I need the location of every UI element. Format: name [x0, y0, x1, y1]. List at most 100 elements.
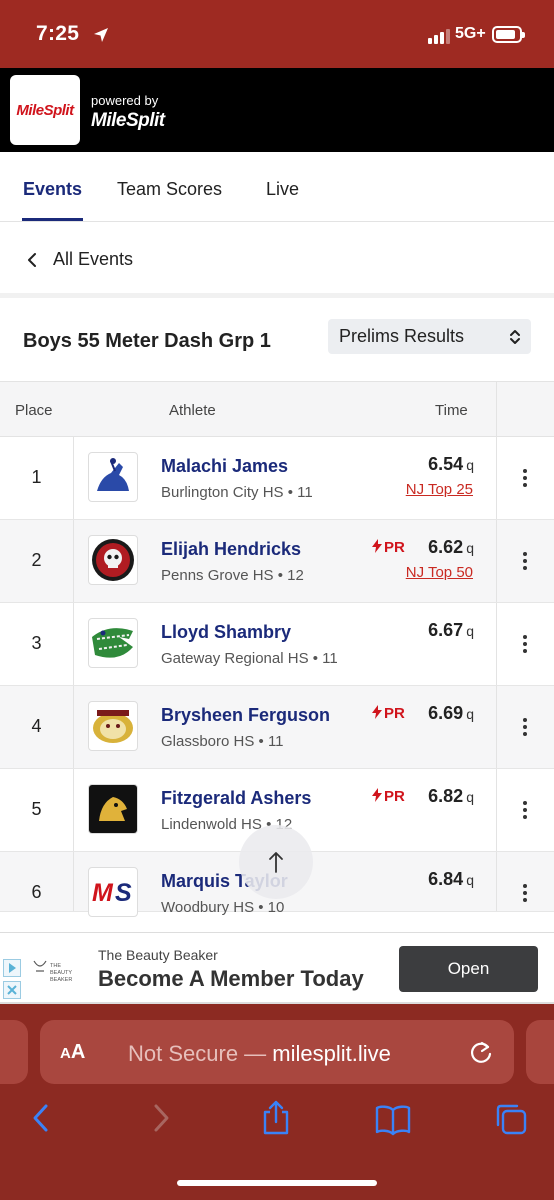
qualifier-badge: q — [466, 872, 474, 888]
ad-banner[interactable]: THE BEAUTY BEAKER The Beauty Beaker Beco… — [0, 932, 554, 1004]
pr-badge: PR — [372, 539, 405, 556]
cellular-signal-icon — [428, 29, 450, 44]
tabs-icon[interactable] — [494, 1102, 528, 1136]
url-domain: milesplit.live — [272, 1041, 391, 1066]
arrow-up-icon — [269, 852, 283, 873]
more-vertical-icon — [523, 884, 527, 902]
team-logo[interactable]: MS — [88, 867, 138, 917]
qualifier-badge: q — [466, 623, 474, 639]
athlete-name-link[interactable]: Elijah Hendricks — [161, 539, 301, 560]
location-arrow-icon — [94, 28, 108, 42]
previous-tab-peek[interactable] — [0, 1020, 28, 1084]
chevron-up-down-icon — [510, 330, 520, 344]
ad-open-button[interactable]: Open — [399, 946, 538, 992]
place-cell: 3 — [31, 633, 42, 653]
powered-by-logo: MileSplit — [91, 110, 165, 131]
ad-choices[interactable] — [0, 959, 22, 1003]
athlete-name-link[interactable]: Brysheen Ferguson — [161, 705, 330, 726]
column-divider — [73, 852, 74, 911]
athlete-name-link[interactable]: Malachi James — [161, 456, 288, 477]
ad-brand-name: The Beauty Beaker — [98, 947, 218, 963]
security-warning: Not Secure — — [128, 1041, 267, 1066]
table-row[interactable]: 4 Brysheen Ferguson Glassboro HS • 11 PR 6.6… — [0, 686, 554, 769]
all-events-label: All Events — [53, 249, 134, 269]
ad-choices-play-icon[interactable] — [3, 959, 21, 977]
state-rank-link[interactable]: NJ Top 25 — [406, 481, 473, 498]
address-bar[interactable]: AA Not Secure — milesplit.live — [40, 1020, 514, 1084]
place-cell: 2 — [31, 550, 42, 570]
more-vertical-icon — [523, 552, 527, 570]
mark-time: 6.62 q — [428, 537, 474, 557]
svg-text:S: S — [115, 879, 132, 907]
row-menu-button[interactable] — [496, 686, 554, 768]
lightning-bolt-icon — [372, 788, 382, 802]
home-indicator — [177, 1180, 377, 1186]
row-menu-button[interactable] — [496, 520, 554, 602]
event-title: Boys 55 Meter Dash Grp 1 — [23, 330, 271, 352]
row-menu-button[interactable] — [496, 769, 554, 851]
mark-time: 6.69 q — [428, 703, 474, 723]
bookmarks-icon[interactable] — [374, 1104, 412, 1136]
more-vertical-icon — [523, 469, 527, 487]
active-tab-indicator — [22, 218, 83, 221]
table-row[interactable]: 1 Malachi James Burlington City HS • 11 6.5… — [0, 437, 554, 520]
more-vertical-icon — [523, 801, 527, 819]
forward-arrow-icon[interactable] — [150, 1102, 172, 1134]
lightning-bolt-icon — [372, 705, 382, 719]
pr-badge: PR — [372, 788, 405, 805]
column-header-time: Time — [435, 402, 468, 419]
share-icon[interactable] — [260, 1100, 292, 1136]
athlete-school: Penns Grove HS • 12 — [161, 567, 304, 584]
mark-time: 6.54 q — [428, 454, 474, 474]
next-tab-peek[interactable] — [526, 1020, 554, 1084]
qualifier-badge: q — [466, 457, 474, 473]
mark-time: 6.67 q — [428, 620, 474, 640]
scroll-to-top-button[interactable] — [239, 825, 313, 899]
athlete-school: Woodbury HS • 10 — [161, 899, 285, 916]
row-menu-button[interactable] — [496, 437, 554, 519]
powered-by-label: powered by — [91, 93, 159, 108]
team-logo[interactable] — [88, 701, 138, 751]
athlete-name-link[interactable]: Fitzgerald Ashers — [161, 788, 311, 809]
more-vertical-icon — [523, 635, 527, 653]
tab-events[interactable]: Events — [23, 179, 82, 200]
column-header-athlete: Athlete — [169, 402, 216, 419]
column-divider — [73, 603, 74, 685]
team-logo[interactable] — [88, 452, 138, 502]
lightning-bolt-icon — [372, 539, 382, 553]
mark-time: 6.82 q — [428, 786, 474, 806]
battery-icon — [492, 26, 525, 43]
place-cell: 5 — [31, 799, 42, 819]
browser-toolbar: AA Not Secure — milesplit.live — [0, 1004, 554, 1200]
athlete-school: Glassboro HS • 11 — [161, 733, 284, 750]
reader-settings-button[interactable]: AA — [60, 1041, 85, 1064]
column-divider — [73, 769, 74, 851]
back-arrow-icon[interactable] — [30, 1102, 52, 1134]
svg-text:M: M — [92, 879, 114, 907]
place-cell: 1 — [31, 467, 42, 487]
state-rank-link[interactable]: NJ Top 50 — [406, 564, 473, 581]
status-time: 7:25 — [36, 22, 80, 45]
table-row[interactable]: 2 Elijah Hendricks Penns Grove HS • 12 PR 6.… — [0, 520, 554, 603]
round-select[interactable]: Prelims Results — [328, 319, 531, 354]
row-menu-button[interactable] — [496, 603, 554, 685]
results-table-header: Place Athlete Time — [0, 381, 554, 437]
ad-close-icon[interactable] — [3, 981, 21, 999]
tab-team-scores[interactable]: Team Scores — [117, 179, 222, 200]
more-vertical-icon — [523, 718, 527, 736]
tab-live[interactable]: Live — [266, 179, 299, 200]
row-menu-button[interactable] — [496, 852, 554, 934]
table-row[interactable]: 3 Lloyd Shambry Gateway Regional HS • 11 6.… — [0, 603, 554, 686]
team-logo[interactable] — [88, 535, 138, 585]
athlete-name-link[interactable]: Lloyd Shambry — [161, 622, 291, 643]
place-cell: 4 — [31, 716, 42, 736]
team-logo[interactable] — [88, 618, 138, 668]
site-header: MileSplit powered by MileSplit — [0, 68, 554, 152]
all-events-link[interactable]: All Events — [0, 222, 554, 298]
round-select-value: Prelims Results — [339, 326, 465, 346]
column-header-place: Place — [15, 402, 53, 419]
athlete-school: Burlington City HS • 11 — [161, 484, 313, 501]
team-logo[interactable] — [88, 784, 138, 834]
reload-icon[interactable] — [468, 1038, 494, 1066]
milesplit-logo[interactable]: MileSplit — [10, 75, 80, 145]
